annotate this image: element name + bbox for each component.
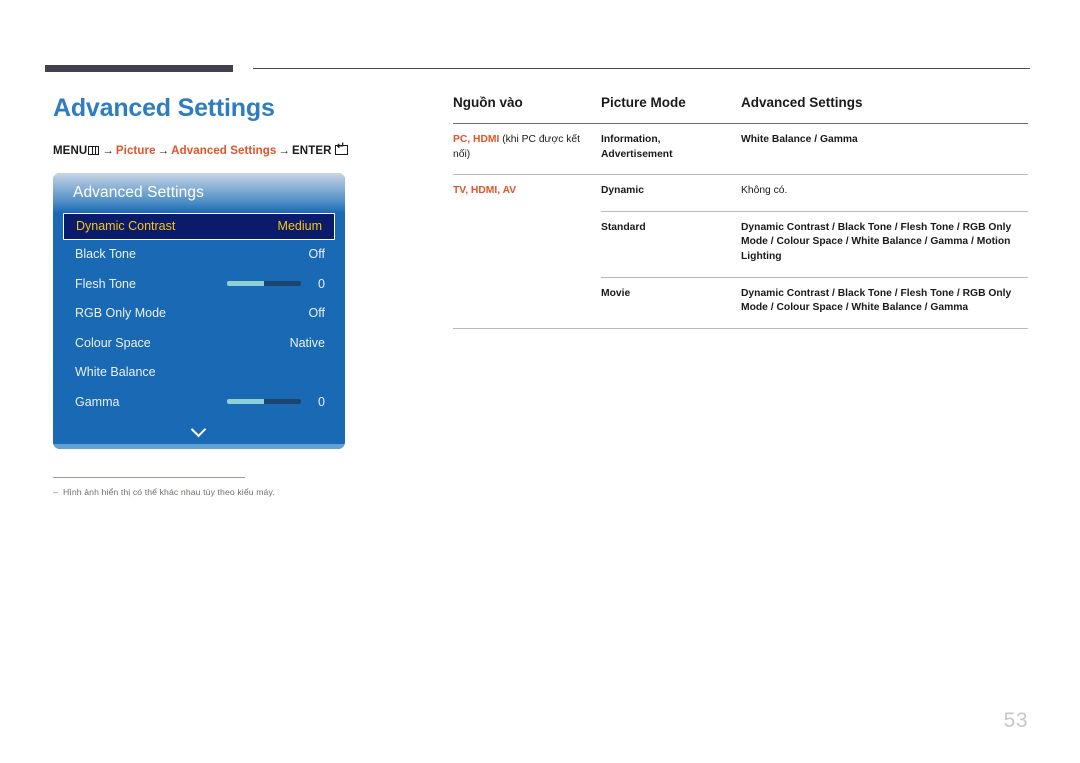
osd-item-flesh-tone[interactable]: Flesh Tone 0 bbox=[53, 269, 345, 299]
osd-header: Advanced Settings bbox=[53, 172, 345, 213]
slider-fill bbox=[227, 399, 264, 405]
gamma-slider[interactable] bbox=[227, 399, 301, 405]
cell-advanced-settings: Dynamic Contrast / Black Tone / Flesh To… bbox=[741, 210, 1028, 278]
osd-item-colour-space[interactable]: Colour Space Native bbox=[53, 328, 345, 358]
cell-source bbox=[453, 211, 601, 277]
osd-item-value: Off bbox=[308, 247, 325, 262]
osd-item-label: Black Tone bbox=[75, 247, 136, 262]
osd-item-slider-wrap: 0 bbox=[227, 277, 325, 291]
breadcrumb-arrow-2: → bbox=[157, 144, 170, 157]
osd-item-label: Gamma bbox=[75, 394, 120, 409]
enter-key-icon bbox=[334, 142, 348, 155]
osd-item-value: Medium bbox=[277, 219, 322, 233]
table-header-advanced-settings: Advanced Settings bbox=[741, 95, 1028, 124]
table-header-source: Nguồn vào bbox=[453, 95, 601, 124]
cell-source: PC, HDMI (khi PC được kết nối) bbox=[453, 124, 601, 175]
osd-item-value: 0 bbox=[318, 394, 325, 409]
spec-table-wrapper: Nguồn vào Picture Mode Advanced Settings… bbox=[453, 95, 1028, 329]
spec-table: Nguồn vào Picture Mode Advanced Settings… bbox=[453, 95, 1028, 328]
table-row: Standard Dynamic Contrast / Black Tone /… bbox=[453, 210, 1028, 278]
osd-item-rgb-only-mode[interactable]: RGB Only Mode Off bbox=[53, 299, 345, 329]
page-number: 53 bbox=[1003, 709, 1028, 732]
footnote-body: Hình ảnh hiển thị có thể khác nhau tùy t… bbox=[62, 486, 275, 497]
cell-source-accent: PC, HDMI bbox=[453, 134, 500, 145]
osd-item-white-balance[interactable]: White Balance bbox=[53, 358, 345, 388]
osd-item-black-tone[interactable]: Black Tone Off bbox=[53, 240, 345, 270]
cell-advanced-settings: Dynamic Contrast / Black Tone / Flesh To… bbox=[741, 276, 1028, 328]
osd-header-title: Advanced Settings bbox=[73, 183, 204, 201]
cell-advanced-settings: White Balance / Gamma bbox=[741, 134, 858, 145]
footnote-text: ‒ Hình ảnh hiển thị có thể khác nhau tùy … bbox=[53, 487, 323, 497]
footnote-block: ‒ Hình ảnh hiển thị có thể khác nhau tùy … bbox=[53, 476, 323, 497]
osd-item-label: Colour Space bbox=[75, 335, 151, 350]
header-rules bbox=[0, 0, 1080, 80]
cell-source: TV, HDMI, AV bbox=[453, 174, 601, 212]
osd-panel: Advanced Settings Dynamic Contrast Mediu… bbox=[53, 172, 345, 449]
footnote-dash: ‒ bbox=[53, 486, 58, 497]
osd-item-value: Native bbox=[289, 335, 325, 350]
flesh-tone-slider[interactable] bbox=[227, 281, 301, 287]
osd-menu-list: Dynamic Contrast Medium Black Tone Off F… bbox=[53, 212, 345, 417]
footnote-divider bbox=[53, 476, 245, 478]
osd-item-label: RGB Only Mode bbox=[75, 306, 167, 321]
osd-item-label: Dynamic Contrast bbox=[76, 219, 176, 233]
table-row: Movie Dynamic Contrast / Black Tone / Fl… bbox=[453, 276, 1028, 328]
osd-item-label: White Balance bbox=[75, 365, 156, 380]
cell-picture-mode: Information, Advertisement bbox=[601, 134, 673, 160]
cell-picture-mode: Movie bbox=[601, 276, 741, 328]
table-bottom-rule bbox=[453, 327, 1028, 329]
breadcrumb-enter-label: ENTER bbox=[292, 144, 332, 157]
osd-item-label: Flesh Tone bbox=[75, 276, 136, 291]
breadcrumb: MENU → Picture → Advanced Settings → ENTER bbox=[53, 142, 423, 157]
breadcrumb-menu-label: MENU bbox=[53, 144, 88, 157]
osd-item-dynamic-contrast[interactable]: Dynamic Contrast Medium bbox=[63, 212, 335, 240]
cell-picture-mode: Standard bbox=[601, 210, 741, 278]
osd-item-gamma[interactable]: Gamma 0 bbox=[53, 387, 345, 417]
menu-grid-icon bbox=[88, 145, 100, 155]
breadcrumb-item-advanced-settings[interactable]: Advanced Settings bbox=[171, 145, 276, 157]
cell-source-accent: TV, HDMI, AV bbox=[453, 185, 517, 197]
header-rule-thin bbox=[253, 68, 1030, 69]
breadcrumb-arrow-1: → bbox=[102, 144, 114, 157]
left-column: Advanced Settings MENU → Picture → Advanced … bbox=[53, 94, 423, 497]
cell-source bbox=[453, 277, 601, 328]
table-row: TV, HDMI, AV Dynamic Không có. bbox=[453, 174, 1028, 212]
chevron-down-icon bbox=[192, 423, 206, 437]
osd-bottom-strip bbox=[53, 443, 345, 449]
cell-picture-mode: Dynamic bbox=[601, 174, 741, 212]
table-header-row: Nguồn vào Picture Mode Advanced Settings bbox=[453, 95, 1028, 124]
table-header-picture-mode: Picture Mode bbox=[601, 95, 741, 124]
cell-advanced-settings: Không có. bbox=[741, 174, 1028, 212]
osd-item-slider-wrap: 0 bbox=[227, 395, 325, 409]
osd-scroll-down[interactable] bbox=[53, 417, 345, 444]
breadcrumb-arrow-3: → bbox=[278, 144, 291, 157]
osd-item-value: 0 bbox=[318, 276, 325, 291]
osd-item-value: Off bbox=[308, 306, 325, 321]
slider-fill bbox=[227, 281, 264, 287]
header-rule-thick bbox=[45, 65, 233, 72]
table-row: PC, HDMI (khi PC được kết nối) Informati… bbox=[453, 124, 1028, 175]
page-title: Advanced Settings bbox=[53, 94, 275, 122]
breadcrumb-item-picture[interactable]: Picture bbox=[116, 145, 156, 157]
